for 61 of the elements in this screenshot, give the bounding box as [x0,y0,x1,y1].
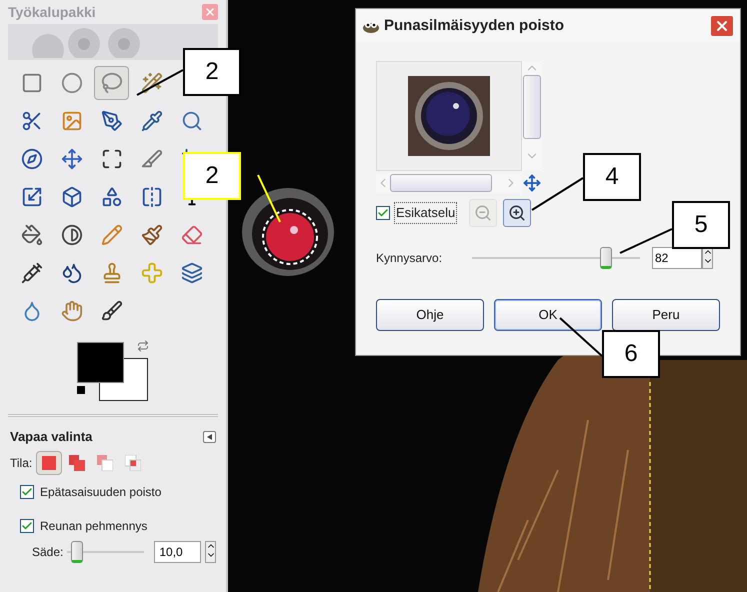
navigate-icon[interactable] [523,174,541,192]
close-button[interactable] [710,15,734,37]
color-swatches-drawing[interactable] [77,342,148,401]
callout-tooltip: 5 [672,201,730,249]
slider[interactable] [67,540,144,562]
dialog-button[interactable]: Peru [612,299,720,331]
eraser-icon [181,224,204,246]
dialog-button[interactable]: Ohje [376,299,484,331]
selection-mode-icon [69,454,86,470]
preview-checkbox[interactable] [376,206,390,220]
zoom-in-button[interactable] [503,199,532,227]
checkbox[interactable] [20,484,34,498]
threshold-field[interactable]: 82 [652,247,702,269]
preview-label: Esikatselu [394,202,458,224]
mode-button[interactable] [36,450,62,474]
zoom-in-icon [508,204,526,222]
slider-thumb[interactable] [70,540,83,562]
selection-mode-icon [41,454,58,470]
close-icon [204,6,216,18]
checkbox[interactable] [20,518,34,532]
collapse-button[interactable] [203,430,216,443]
pen-tool-icon [100,110,123,132]
search-icon [181,110,204,132]
rectangle-select-icon [20,72,42,94]
tool-options-title: Vapaa valinta [10,428,92,446]
selection-mode-icon [97,454,114,470]
scissors-icon [20,110,42,132]
dialog-button[interactable]: OK [494,299,602,331]
radius-label: Säde: [32,544,64,560]
magic-wand-icon [141,72,164,94]
app-icon [362,19,380,33]
left-triangle-icon [206,434,212,440]
callout-tooltip: 2 [183,48,241,96]
spin-button[interactable] [205,540,216,562]
compass-icon [20,148,42,170]
threshold-label: Kynnysarvo: [376,250,444,267]
callout-tooltip: 6 [602,330,660,378]
option-label: Reunan pehmennys [40,518,148,534]
mode-label: Tila: [10,454,32,472]
callout-tooltip: 2 [183,152,241,200]
option-label: Epätasaisuuden poisto [40,484,162,500]
panel-title: Työkalupakki [8,2,96,22]
pencil-icon [100,224,123,246]
zoom-out-icon [474,204,492,222]
scrollbar-thumb[interactable] [390,174,492,192]
close-icon [714,18,730,34]
ellipse-select-icon [60,72,83,94]
callout-tooltip: 4 [583,153,641,201]
swap-colors-icon[interactable] [137,340,149,352]
paint-bucket-icon [20,224,42,246]
spin-button[interactable] [702,247,713,269]
slider-thumb[interactable] [600,247,612,269]
move-icon [60,148,83,170]
scrollbar-thumb[interactable] [523,75,541,139]
lasso-icon [100,72,123,94]
eyedropper-icon [141,110,164,132]
dialog-title: Punasilmäisyyden poisto [384,16,566,36]
selection-mode-icon [125,454,142,470]
slider[interactable] [472,247,640,269]
paintbrush-icon [141,224,164,246]
radius-field[interactable]: 10,0 [154,540,201,562]
